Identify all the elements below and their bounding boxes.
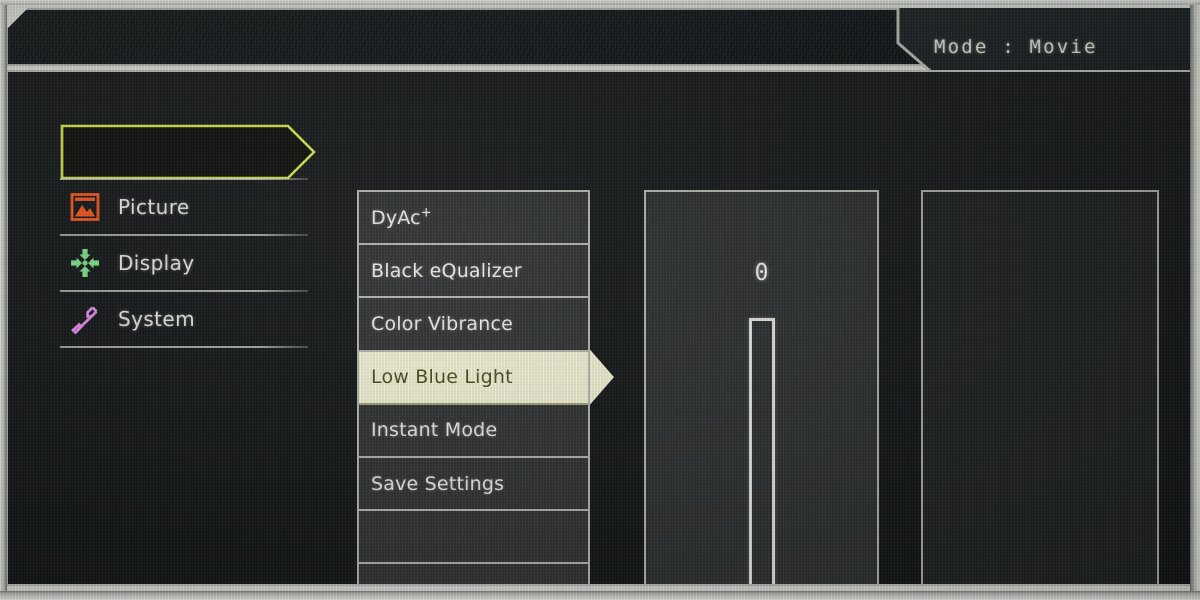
menu-item-label: Color Vibrance — [371, 312, 513, 335]
menu-item-color-vibrance[interactable]: Color Vibrance — [359, 298, 588, 352]
menu-item-label: DyAc+ — [371, 205, 432, 229]
menu-item-label: Black eQualizer — [371, 259, 522, 282]
menu-item-low-blue-light[interactable]: Low Blue Light — [359, 349, 614, 405]
menu-item-instant-mode[interactable]: Instant Mode — [359, 405, 588, 458]
menu-item-label: Low Blue Light — [371, 366, 513, 389]
menu-item-empty — [359, 564, 588, 584]
sidebar: Game Settings Picture Display System — [60, 124, 322, 348]
value-readout: 0 — [754, 260, 769, 286]
preview-panel — [921, 190, 1159, 584]
sidebar-item-display[interactable]: Display — [60, 236, 322, 290]
submenu-list: DyAc+ Black eQualizer Color Vibrance Low… — [357, 190, 614, 584]
sidebar-item-label: Display — [118, 251, 195, 275]
osd-window: Mode : Movie Game Settings Picture Displ… — [6, 8, 1198, 586]
value-panel: 0 — [644, 190, 879, 584]
gamepad-icon — [68, 134, 102, 168]
monitor-bezel-top — [0, 0, 1200, 5]
menu-item-label: Save Settings — [371, 472, 505, 495]
vertical-slider[interactable] — [748, 318, 775, 584]
sidebar-item-system[interactable]: System — [60, 292, 322, 346]
sidebar-item-label: Game Settings — [118, 139, 272, 163]
menu-item-empty — [359, 511, 588, 565]
monitor-photo: Mode : Movie Game Settings Picture Displ… — [0, 0, 1200, 600]
sidebar-divider — [60, 346, 308, 348]
sidebar-item-label: Picture — [118, 195, 190, 219]
sidebar-item-label: System — [118, 307, 195, 331]
menu-item-black-equalizer[interactable]: Black eQualizer — [359, 245, 588, 299]
sidebar-item-game-settings[interactable]: Game Settings — [60, 124, 322, 180]
menu-item-save-settings[interactable]: Save Settings — [359, 458, 588, 512]
osd-body: Game Settings Picture Display System DyA… — [6, 70, 1198, 586]
picture-icon — [68, 190, 102, 224]
wrench-icon — [68, 302, 102, 336]
mode-indicator: Mode : Movie — [934, 36, 1098, 58]
display-icon — [68, 246, 102, 280]
monitor-bezel-bottom — [0, 591, 1200, 600]
menu-item-dyac[interactable]: DyAc+ — [359, 192, 588, 246]
menu-item-label: Instant Mode — [371, 419, 498, 442]
sidebar-item-picture[interactable]: Picture — [60, 180, 322, 234]
